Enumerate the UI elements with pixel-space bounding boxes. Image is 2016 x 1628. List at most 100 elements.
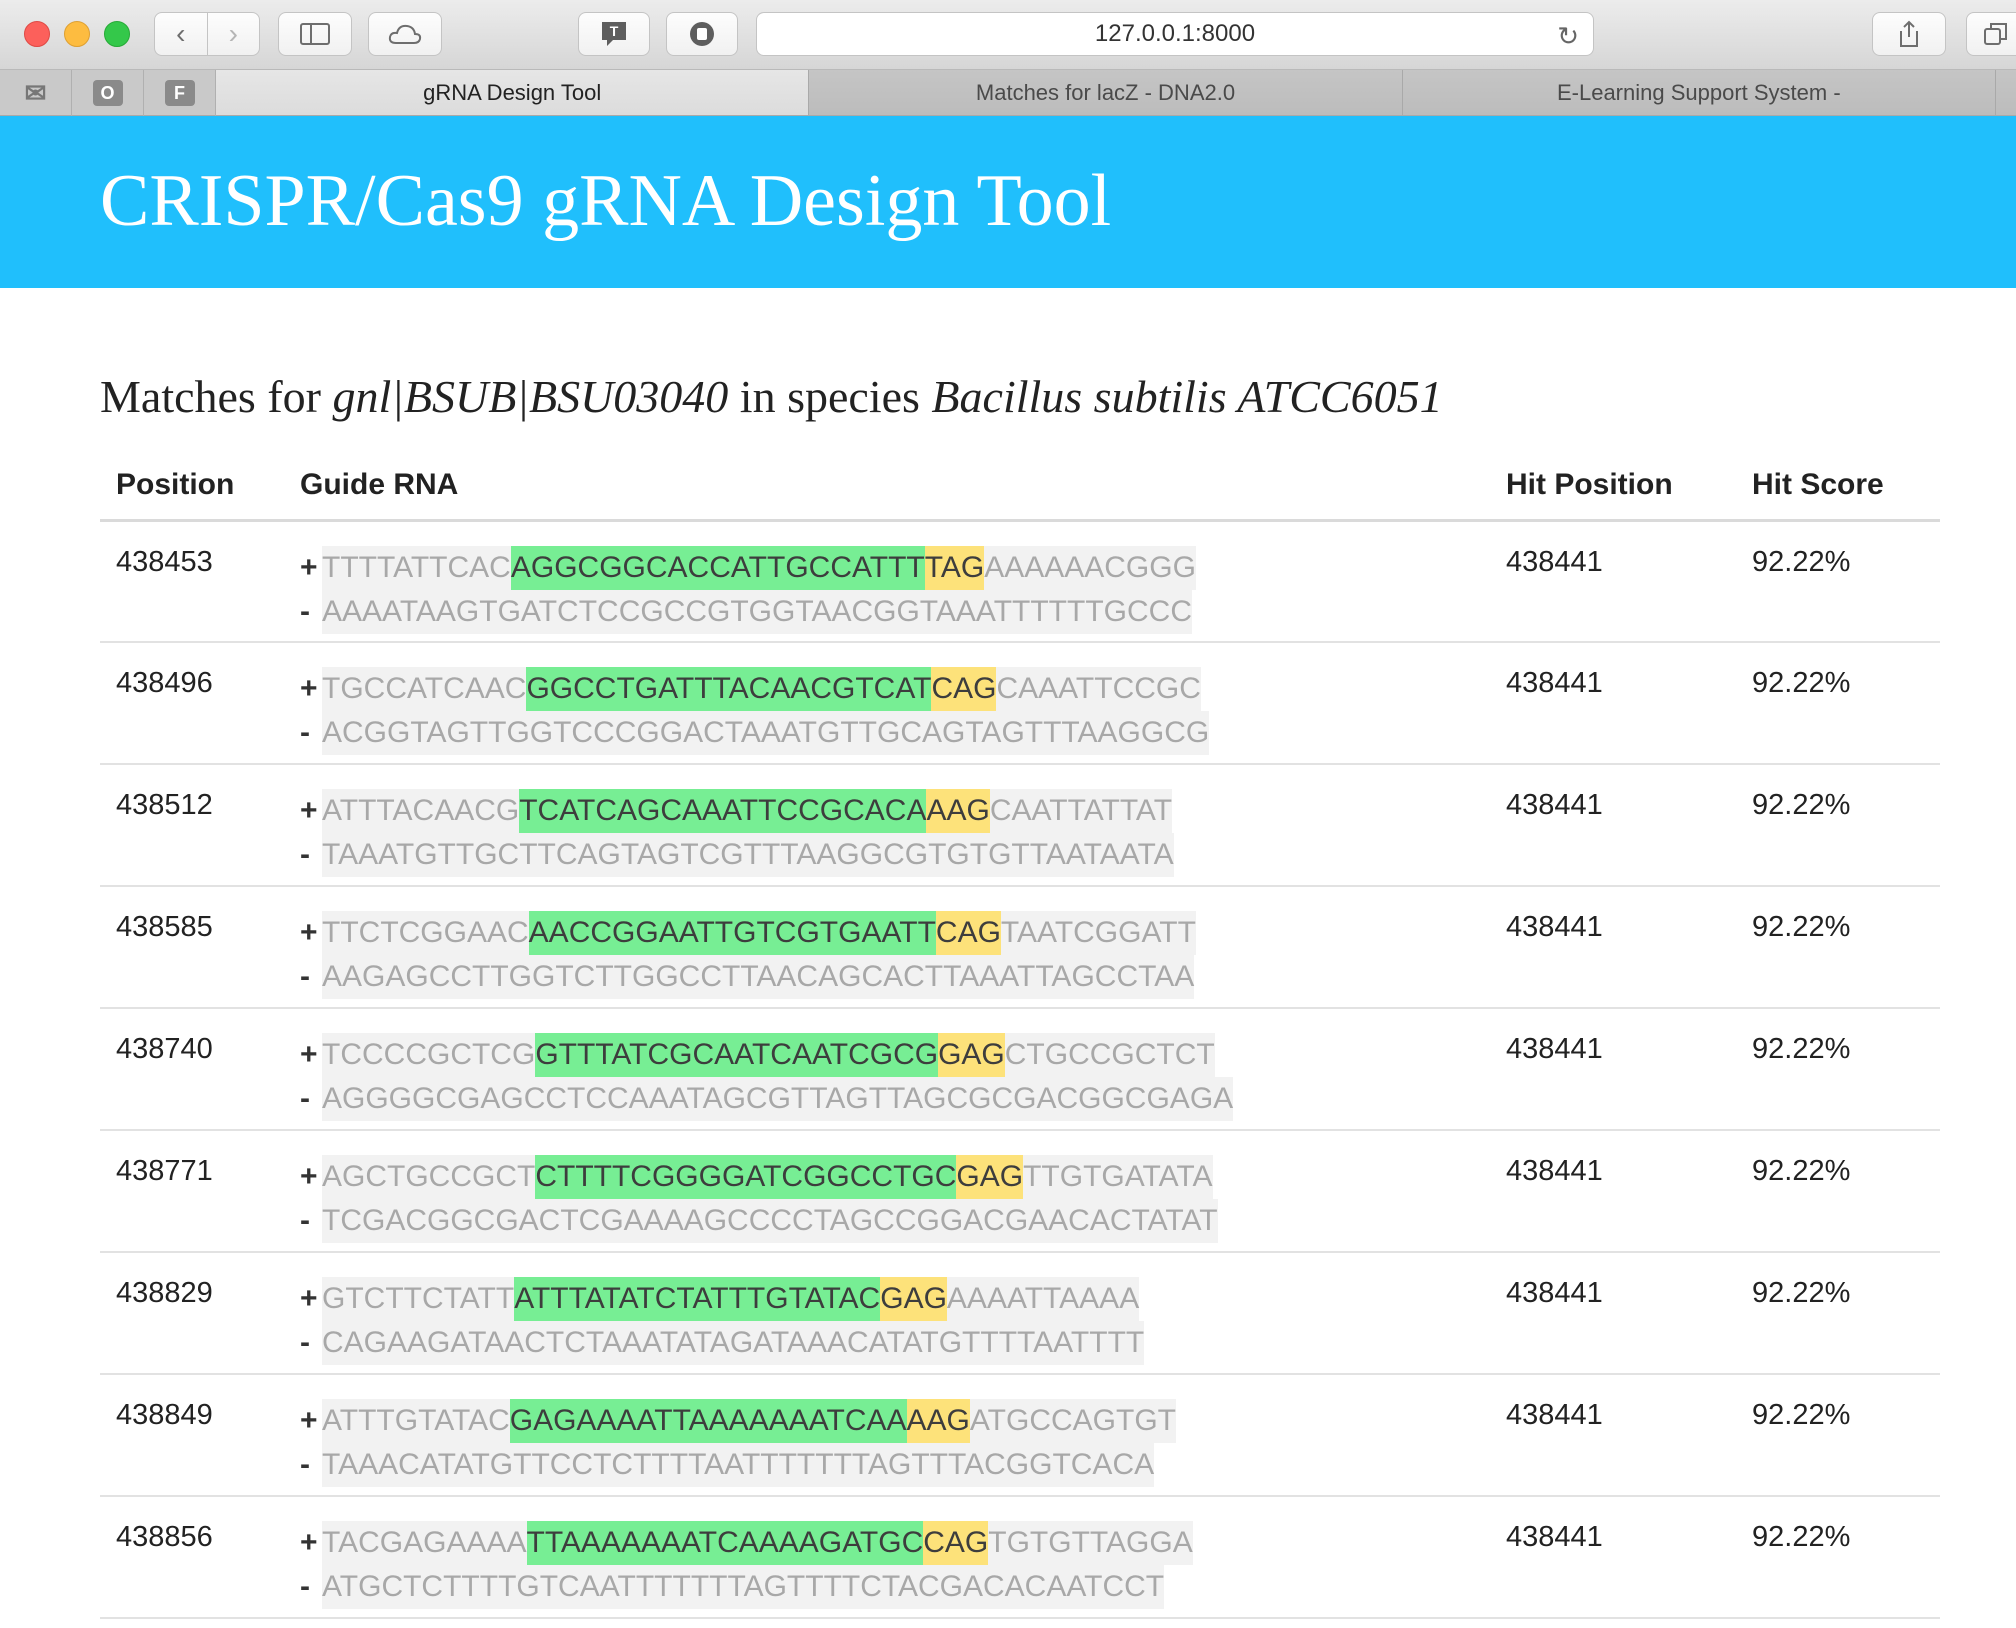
plus-strand-sequence: ATTTACAACG TCATCAGCAAATTCCGCACA AAG CAATTAT… [322, 789, 1173, 833]
minus-sequence: AGGGGCGAGCCTCCAAATAGCGTTAGTTAGCGCGACGGCG… [322, 1082, 1234, 1115]
hit-position-value: 438441 [1506, 545, 1603, 578]
minus-strand-symbol: - [300, 1448, 310, 1481]
plus-strand-sequence: GTCTTCTATT ATTTATATCTATTTGTATAC GAG AAAATTA… [322, 1277, 1140, 1321]
page-title: CRISPR/Cas9 gRNA Design Tool [100, 160, 1112, 242]
hit-score-value: 92.22% [1752, 545, 1851, 578]
position-value: 438740 [116, 1033, 213, 1065]
tab-grna-design-tool[interactable]: gRNA Design Tool [216, 70, 810, 115]
minus-strand-line: - CAGAAGATAACTCTAAATATAGATAAACATATGTTTTA… [300, 1321, 1490, 1365]
tab-matches-lacz[interactable]: Matches for lacZ - DNA2.0 [809, 70, 1403, 115]
flank-right: AAAATTAAAA [946, 1282, 1140, 1315]
svg-text:T: T [610, 23, 619, 39]
pam-sequence: AAG [906, 1399, 970, 1443]
history-nav: ‹ › [154, 12, 260, 56]
forward-button[interactable]: › [206, 13, 260, 55]
close-window-button[interactable] [24, 21, 50, 47]
icloud-tabs-button[interactable] [368, 12, 442, 56]
hit-position-value: 438441 [1506, 667, 1603, 699]
minus-strand-symbol: - [300, 716, 310, 749]
browser-toolbar: ‹ › T 127.0.0.1:8000 ↻ [0, 0, 2016, 70]
hit-position-cell: 438441 [1490, 1008, 1736, 1131]
tabs-icon [1984, 23, 2007, 45]
extension-block-button[interactable] [666, 12, 738, 56]
plus-strand-line: + AGCTGCCGCT CTTTTCGGGGATCGGCCTGC GAG TTGTG… [300, 1155, 1490, 1199]
extension-t-button[interactable]: T [578, 12, 650, 56]
flank-left: TTCTCGGAAC [322, 916, 529, 949]
minus-strand-line: - TAAATGTTGCTTCAGTAGTCGTTTAAGGCGTGTGTTAA… [300, 833, 1490, 877]
header-guide-rna: Guide RNA [284, 452, 1490, 522]
minus-strand-sequence: CAGAAGATAACTCTAAATATAGATAAACATATGTTTTAAT… [322, 1321, 1145, 1365]
tab-bar: ✉ O F gRNA Design Tool Matches for lacZ … [0, 70, 2016, 116]
hit-score-cell: 92.22% [1736, 1374, 1940, 1497]
guide-rna-cell: + TCCCCGCTCG GTTTATCGCAATCAATCGCG GAG CTGCC… [284, 1008, 1490, 1131]
guide-sequence: GTTTATCGCAATCAATCGCG [535, 1033, 939, 1077]
guide-rna-cell: + ATTTACAACG TCATCAGCAAATTCCGCACA AAG CAATT… [284, 764, 1490, 887]
table-row: 438512 + ATTTACAACG TCATCAGCAAATTCCGCACA A… [100, 764, 1940, 887]
tab-overview-button[interactable] [1966, 12, 2016, 56]
flank-left: AGCTGCCGCT [322, 1160, 536, 1193]
flank-right: TAATCGGATT [1000, 916, 1196, 949]
chevron-right-icon: › [228, 18, 238, 49]
minus-strand-symbol: - [300, 838, 310, 871]
hit-score-value: 92.22% [1752, 911, 1851, 943]
hit-score-value: 92.22% [1752, 789, 1851, 821]
share-button[interactable] [1872, 12, 1946, 56]
plus-strand-line: + TCCCCGCTCG GTTTATCGCAATCAATCGCG GAG CTGCC… [300, 1033, 1490, 1077]
minus-strand-sequence: AAGAGCCTTGGTCTTGGCCTTAACAGCACTTAAATTAGCC… [322, 955, 1195, 999]
hit-position-cell: 438441 [1490, 1496, 1736, 1619]
chevron-left-icon: ‹ [176, 18, 186, 49]
tab-elearning[interactable]: E-Learning Support System - [1402, 70, 1996, 115]
position-value: 438849 [116, 1399, 213, 1431]
minus-sequence: TAAATGTTGCTTCAGTAGTCGTTTAAGGCGTGTGTTAATA… [322, 838, 1174, 871]
flank-right: CTGCCGCTCT [1004, 1038, 1215, 1071]
position-value: 438829 [116, 1277, 213, 1309]
favorite-f[interactable]: F [144, 70, 216, 116]
favorite-mail[interactable]: ✉ [0, 70, 72, 116]
hit-position-cell: 438441 [1490, 520, 1736, 643]
plus-strand-symbol: + [300, 550, 318, 584]
minimize-window-button[interactable] [64, 21, 90, 47]
address-bar[interactable]: 127.0.0.1:8000 ↻ [756, 12, 1594, 56]
plus-strand-sequence: ATTTGTATAC GAGAAAATTAAAAAAATCAA AAG ATGCCAG… [322, 1399, 1176, 1443]
flank-right: TGTGTTAGGA [988, 1526, 1193, 1559]
guide-rna-cell: + TTTTATTCAC AGGCGGCACCATTGCCATTT TAG AAAAA… [284, 520, 1490, 643]
pam-sequence: AAG [926, 789, 990, 833]
tab-label: E-Learning Support System - [1556, 79, 1841, 105]
hit-position-cell: 438441 [1490, 764, 1736, 887]
hit-position-value: 438441 [1506, 1521, 1603, 1553]
tab-label: gRNA Design Tool [423, 79, 602, 105]
plus-strand-line: + TTCTCGGAAC AACCGGAATTGTCGTGAATT CAG TAATC… [300, 911, 1490, 955]
position-value: 438453 [116, 545, 213, 578]
position-cell: 438771 [100, 1130, 284, 1253]
plus-strand-sequence: TACGAGAAAA TTAAAAAAATCAAAAGATGC CAG TGTGTTA… [322, 1521, 1193, 1565]
zoom-window-button[interactable] [104, 21, 130, 47]
table-header-row: Position Guide RNA Hit Position Hit Scor… [100, 452, 1940, 522]
minus-sequence: AAGAGCCTTGGTCTTGGCCTTAACAGCACTTAAATTAGCC… [322, 960, 1195, 993]
minus-strand-line: - ACGGTAGTTGGTCCCGGACTAAATGTTGCAGTAGTTTA… [300, 711, 1490, 755]
table-row: 438771 + AGCTGCCGCT CTTTTCGGGGATCGGCCTGC G… [100, 1130, 1940, 1253]
minus-strand-sequence: AAAATAAGTGATCTCCGCCGTGGTAACGGTAAATTTTTTG… [322, 589, 1192, 634]
gene-id: gnl|BSUB|BSU03040 [332, 371, 729, 422]
position-cell: 438496 [100, 642, 284, 765]
back-button[interactable]: ‹ [155, 13, 207, 55]
minus-strand-symbol: - [300, 960, 310, 993]
position-cell: 438856 [100, 1496, 284, 1619]
sidebar-button[interactable] [278, 12, 352, 56]
hit-position-value: 438441 [1506, 1277, 1603, 1309]
pam-sequence: GAG [880, 1277, 947, 1321]
hit-score-cell: 92.22% [1736, 1130, 1940, 1253]
minus-sequence: ACGGTAGTTGGTCCCGGACTAAATGTTGCAGTAGTTTAAG… [322, 716, 1210, 749]
hit-score-cell: 92.22% [1736, 764, 1940, 887]
guide-sequence: AGGCGGCACCATTGCCATTT [510, 545, 925, 590]
cloud-icon [388, 24, 422, 44]
table-row: 438829 + GTCTTCTATT ATTTATATCTATTTGTATAC G… [100, 1252, 1940, 1375]
table-row: 438849 + ATTTGTATAC GAGAAAATTAAAAAAATCAA A… [100, 1374, 1940, 1497]
position-value: 438771 [116, 1155, 213, 1187]
favorite-o[interactable]: O [72, 70, 144, 116]
plus-strand-symbol: + [300, 794, 318, 827]
speech-bubble-icon: T [602, 22, 626, 46]
reload-icon[interactable]: ↻ [1557, 21, 1579, 52]
guide-sequence: GGCCTGATTTACAACGTCAT [526, 667, 932, 711]
plus-strand-sequence: TGCCATCAAC GGCCTGATTTACAACGTCAT CAG CAAATTC… [322, 667, 1201, 711]
guide-rna-cell: + TGCCATCAAC GGCCTGATTTACAACGTCAT CAG CAAAT… [284, 642, 1490, 765]
